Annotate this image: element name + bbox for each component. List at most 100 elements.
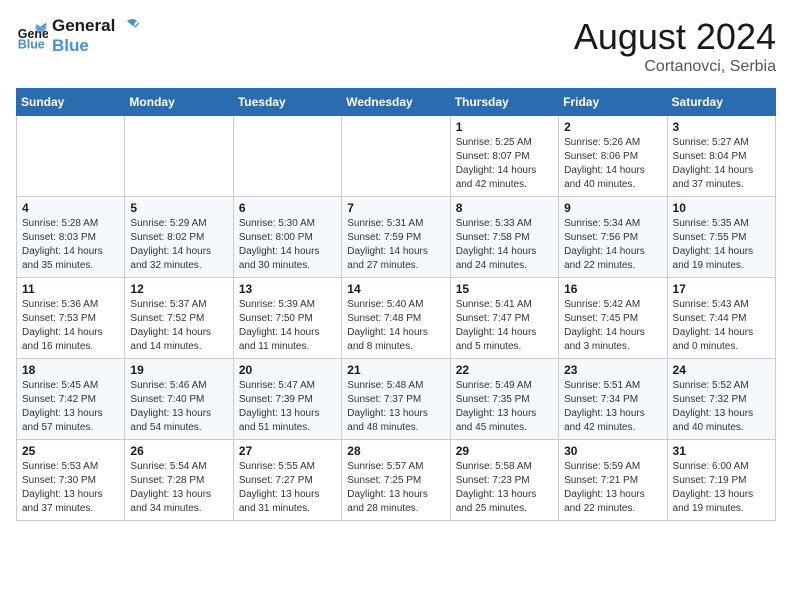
calendar-cell: 8 Sunrise: 5:33 AMSunset: 7:58 PMDaylight… (450, 197, 558, 278)
day-number: 26 (130, 444, 227, 458)
day-number: 15 (456, 282, 553, 296)
day-number: 29 (456, 444, 553, 458)
day-number: 20 (239, 363, 336, 377)
title-block: August 2024 Cortanovci, Serbia (574, 16, 776, 76)
day-number: 2 (564, 120, 661, 134)
day-detail: Sunrise: 5:45 AMSunset: 7:42 PMDaylight:… (22, 379, 119, 435)
calendar-cell: 7 Sunrise: 5:31 AMSunset: 7:59 PMDaylight… (342, 197, 450, 278)
calendar-cell: 5 Sunrise: 5:29 AMSunset: 8:02 PMDaylight… (125, 197, 233, 278)
day-detail: Sunrise: 5:51 AMSunset: 7:34 PMDaylight:… (564, 379, 661, 435)
calendar-cell: 4 Sunrise: 5:28 AMSunset: 8:03 PMDaylight… (17, 197, 125, 278)
calendar-week-row: 25Sunrise: 5:53 AMSunset: 7:30 PMDayligh… (17, 440, 776, 521)
day-detail: Sunrise: 5:33 AMSunset: 7:58 PMDaylight:… (456, 217, 553, 273)
day-detail: Sunrise: 5:48 AMSunset: 7:37 PMDaylight:… (347, 379, 444, 435)
calendar-cell: 11 Sunrise: 5:36 AMSunset: 7:53 PMDayligh… (17, 278, 125, 359)
calendar-cell: 3 Sunrise: 5:27 AMSunset: 8:04 PMDaylight… (667, 116, 775, 197)
day-number: 11 (22, 282, 119, 296)
day-number: 12 (130, 282, 227, 296)
calendar-cell: 17 Sunrise: 5:43 AMSunset: 7:44 PMDayligh… (667, 278, 775, 359)
day-detail: Sunrise: 5:40 AMSunset: 7:48 PMDaylight:… (347, 298, 444, 354)
day-number: 8 (456, 201, 553, 215)
calendar-cell (17, 116, 125, 197)
day-detail: Sunrise: 5:55 AMSunset: 7:27 PMDaylight:… (239, 460, 336, 516)
day-number: 5 (130, 201, 227, 215)
calendar-cell: 13 Sunrise: 5:39 AMSunset: 7:50 PMDayligh… (233, 278, 341, 359)
day-number: 18 (22, 363, 119, 377)
day-detail: Sunrise: 5:35 AMSunset: 7:55 PMDaylight:… (673, 217, 770, 273)
day-detail: Sunrise: 5:28 AMSunset: 8:03 PMDaylight:… (22, 217, 119, 273)
day-number: 9 (564, 201, 661, 215)
day-number: 13 (239, 282, 336, 296)
calendar-cell: 19Sunrise: 5:46 AMSunset: 7:40 PMDayligh… (125, 359, 233, 440)
calendar-week-row: 18 Sunrise: 5:45 AMSunset: 7:42 PMDayligh… (17, 359, 776, 440)
calendar-week-row: 4 Sunrise: 5:28 AMSunset: 8:03 PMDaylight… (17, 197, 776, 278)
day-detail: Sunrise: 5:37 AMSunset: 7:52 PMDaylight:… (130, 298, 227, 354)
day-number: 7 (347, 201, 444, 215)
day-detail: Sunrise: 5:29 AMSunset: 8:02 PMDaylight:… (130, 217, 227, 273)
calendar-table: SundayMondayTuesdayWednesdayThursdayFrid… (16, 88, 776, 521)
logo-blue: Blue (52, 36, 139, 56)
day-number: 23 (564, 363, 661, 377)
day-number: 28 (347, 444, 444, 458)
day-number: 24 (673, 363, 770, 377)
day-number: 21 (347, 363, 444, 377)
calendar-title: August 2024 (574, 16, 776, 58)
day-detail: Sunrise: 5:31 AMSunset: 7:59 PMDaylight:… (347, 217, 444, 273)
day-number: 25 (22, 444, 119, 458)
calendar-cell: 9 Sunrise: 5:34 AMSunset: 7:56 PMDaylight… (559, 197, 667, 278)
day-detail: Sunrise: 5:57 AMSunset: 7:25 PMDaylight:… (347, 460, 444, 516)
day-number: 17 (673, 282, 770, 296)
day-number: 27 (239, 444, 336, 458)
calendar-cell: 21 Sunrise: 5:48 AMSunset: 7:37 PMDayligh… (342, 359, 450, 440)
logo-bird-icon (117, 17, 139, 35)
day-number: 16 (564, 282, 661, 296)
calendar-cell: 10Sunrise: 5:35 AMSunset: 7:55 PMDayligh… (667, 197, 775, 278)
weekday-header: Sunday (17, 89, 125, 116)
day-detail: Sunrise: 5:26 AMSunset: 8:06 PMDaylight:… (564, 136, 661, 192)
weekday-header: Friday (559, 89, 667, 116)
calendar-cell: 15 Sunrise: 5:41 AMSunset: 7:47 PMDayligh… (450, 278, 558, 359)
day-number: 3 (673, 120, 770, 134)
calendar-cell: 18 Sunrise: 5:45 AMSunset: 7:42 PMDayligh… (17, 359, 125, 440)
page-header: General Blue General Blue August 2024 Co… (16, 16, 776, 76)
day-detail: Sunrise: 5:54 AMSunset: 7:28 PMDaylight:… (130, 460, 227, 516)
day-detail: Sunrise: 5:49 AMSunset: 7:35 PMDaylight:… (456, 379, 553, 435)
calendar-cell: 2 Sunrise: 5:26 AMSunset: 8:06 PMDaylight… (559, 116, 667, 197)
calendar-cell: 26 Sunrise: 5:54 AMSunset: 7:28 PMDayligh… (125, 440, 233, 521)
calendar-cell: 31 Sunrise: 6:00 AMSunset: 7:19 PMDayligh… (667, 440, 775, 521)
day-detail: Sunrise: 5:39 AMSunset: 7:50 PMDaylight:… (239, 298, 336, 354)
svg-text:Blue: Blue (18, 37, 45, 51)
day-number: 1 (456, 120, 553, 134)
day-number: 19 (130, 363, 227, 377)
day-number: 4 (22, 201, 119, 215)
day-detail: Sunrise: 5:34 AMSunset: 7:56 PMDaylight:… (564, 217, 661, 273)
calendar-cell: 1Sunrise: 5:25 AMSunset: 8:07 PMDaylight… (450, 116, 558, 197)
calendar-cell: 30Sunrise: 5:59 AMSunset: 7:21 PMDayligh… (559, 440, 667, 521)
day-detail: Sunrise: 5:59 AMSunset: 7:21 PMDaylight:… (564, 460, 661, 516)
day-detail: Sunrise: 5:27 AMSunset: 8:04 PMDaylight:… (673, 136, 770, 192)
calendar-week-row: 11 Sunrise: 5:36 AMSunset: 7:53 PMDayligh… (17, 278, 776, 359)
day-detail: Sunrise: 5:42 AMSunset: 7:45 PMDaylight:… (564, 298, 661, 354)
day-detail: Sunrise: 5:47 AMSunset: 7:39 PMDaylight:… (239, 379, 336, 435)
calendar-cell: 24Sunrise: 5:52 AMSunset: 7:32 PMDayligh… (667, 359, 775, 440)
calendar-cell: 20 Sunrise: 5:47 AMSunset: 7:39 PMDayligh… (233, 359, 341, 440)
calendar-cell: 23 Sunrise: 5:51 AMSunset: 7:34 PMDayligh… (559, 359, 667, 440)
weekday-header: Monday (125, 89, 233, 116)
calendar-cell: 29 Sunrise: 5:58 AMSunset: 7:23 PMDayligh… (450, 440, 558, 521)
weekday-header: Wednesday (342, 89, 450, 116)
day-number: 6 (239, 201, 336, 215)
weekday-header: Thursday (450, 89, 558, 116)
day-number: 14 (347, 282, 444, 296)
calendar-subtitle: Cortanovci, Serbia (574, 58, 776, 76)
calendar-cell: 22Sunrise: 5:49 AMSunset: 7:35 PMDayligh… (450, 359, 558, 440)
day-detail: Sunrise: 5:43 AMSunset: 7:44 PMDaylight:… (673, 298, 770, 354)
day-detail: Sunrise: 6:00 AMSunset: 7:19 PMDaylight:… (673, 460, 770, 516)
calendar-cell: 14 Sunrise: 5:40 AMSunset: 7:48 PMDayligh… (342, 278, 450, 359)
day-detail: Sunrise: 5:58 AMSunset: 7:23 PMDaylight:… (456, 460, 553, 516)
day-detail: Sunrise: 5:36 AMSunset: 7:53 PMDaylight:… (22, 298, 119, 354)
day-detail: Sunrise: 5:30 AMSunset: 8:00 PMDaylight:… (239, 217, 336, 273)
calendar-cell: 16 Sunrise: 5:42 AMSunset: 7:45 PMDayligh… (559, 278, 667, 359)
calendar-cell: 6 Sunrise: 5:30 AMSunset: 8:00 PMDaylight… (233, 197, 341, 278)
day-number: 31 (673, 444, 770, 458)
day-detail: Sunrise: 5:41 AMSunset: 7:47 PMDaylight:… (456, 298, 553, 354)
